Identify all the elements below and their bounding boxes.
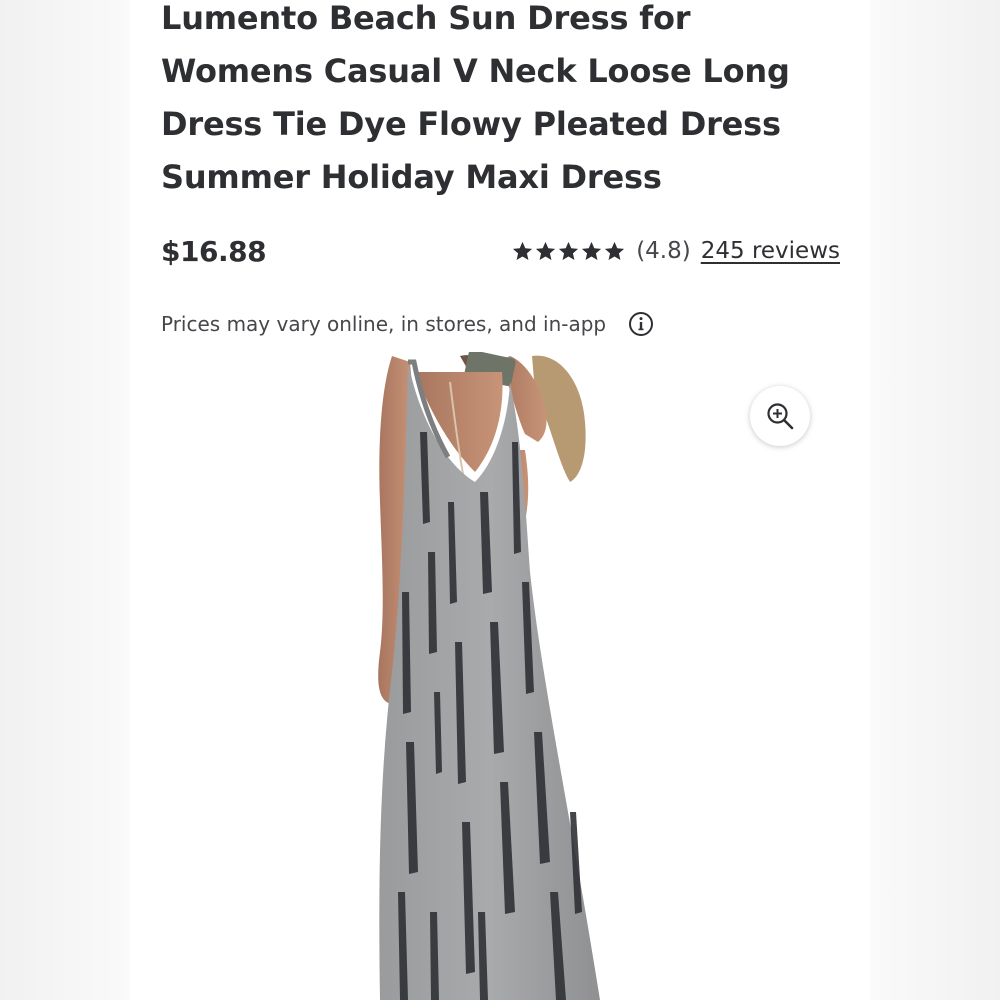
star-icon: [582, 241, 602, 260]
price-disclaimer: Prices may vary online, in stores, and i…: [161, 312, 607, 336]
star-rating: [511, 240, 626, 263]
left-backdrop: [0, 0, 130, 1000]
reviews-link[interactable]: 245 reviews: [701, 238, 840, 264]
star-icon: [513, 241, 533, 260]
zoom-button[interactable]: [750, 386, 810, 446]
info-icon[interactable]: [628, 311, 654, 337]
product-card: Lumento Beach Sun Dress for Womens Casua…: [130, 0, 870, 1000]
right-backdrop: [870, 0, 1000, 1000]
product-price: $16.88: [161, 235, 267, 268]
zoom-in-icon: [767, 403, 794, 430]
star-icon: [559, 241, 579, 260]
product-image[interactable]: [130, 352, 870, 1000]
rating-value: (4.8): [636, 238, 691, 264]
product-title: Lumento Beach Sun Dress for Womens Casua…: [161, 0, 790, 196]
star-icon: [605, 241, 625, 260]
star-icon: [536, 241, 556, 260]
price-note-row: Prices may vary online, in stores, and i…: [161, 311, 654, 337]
rating-row: (4.8) 245 reviews: [511, 238, 840, 264]
